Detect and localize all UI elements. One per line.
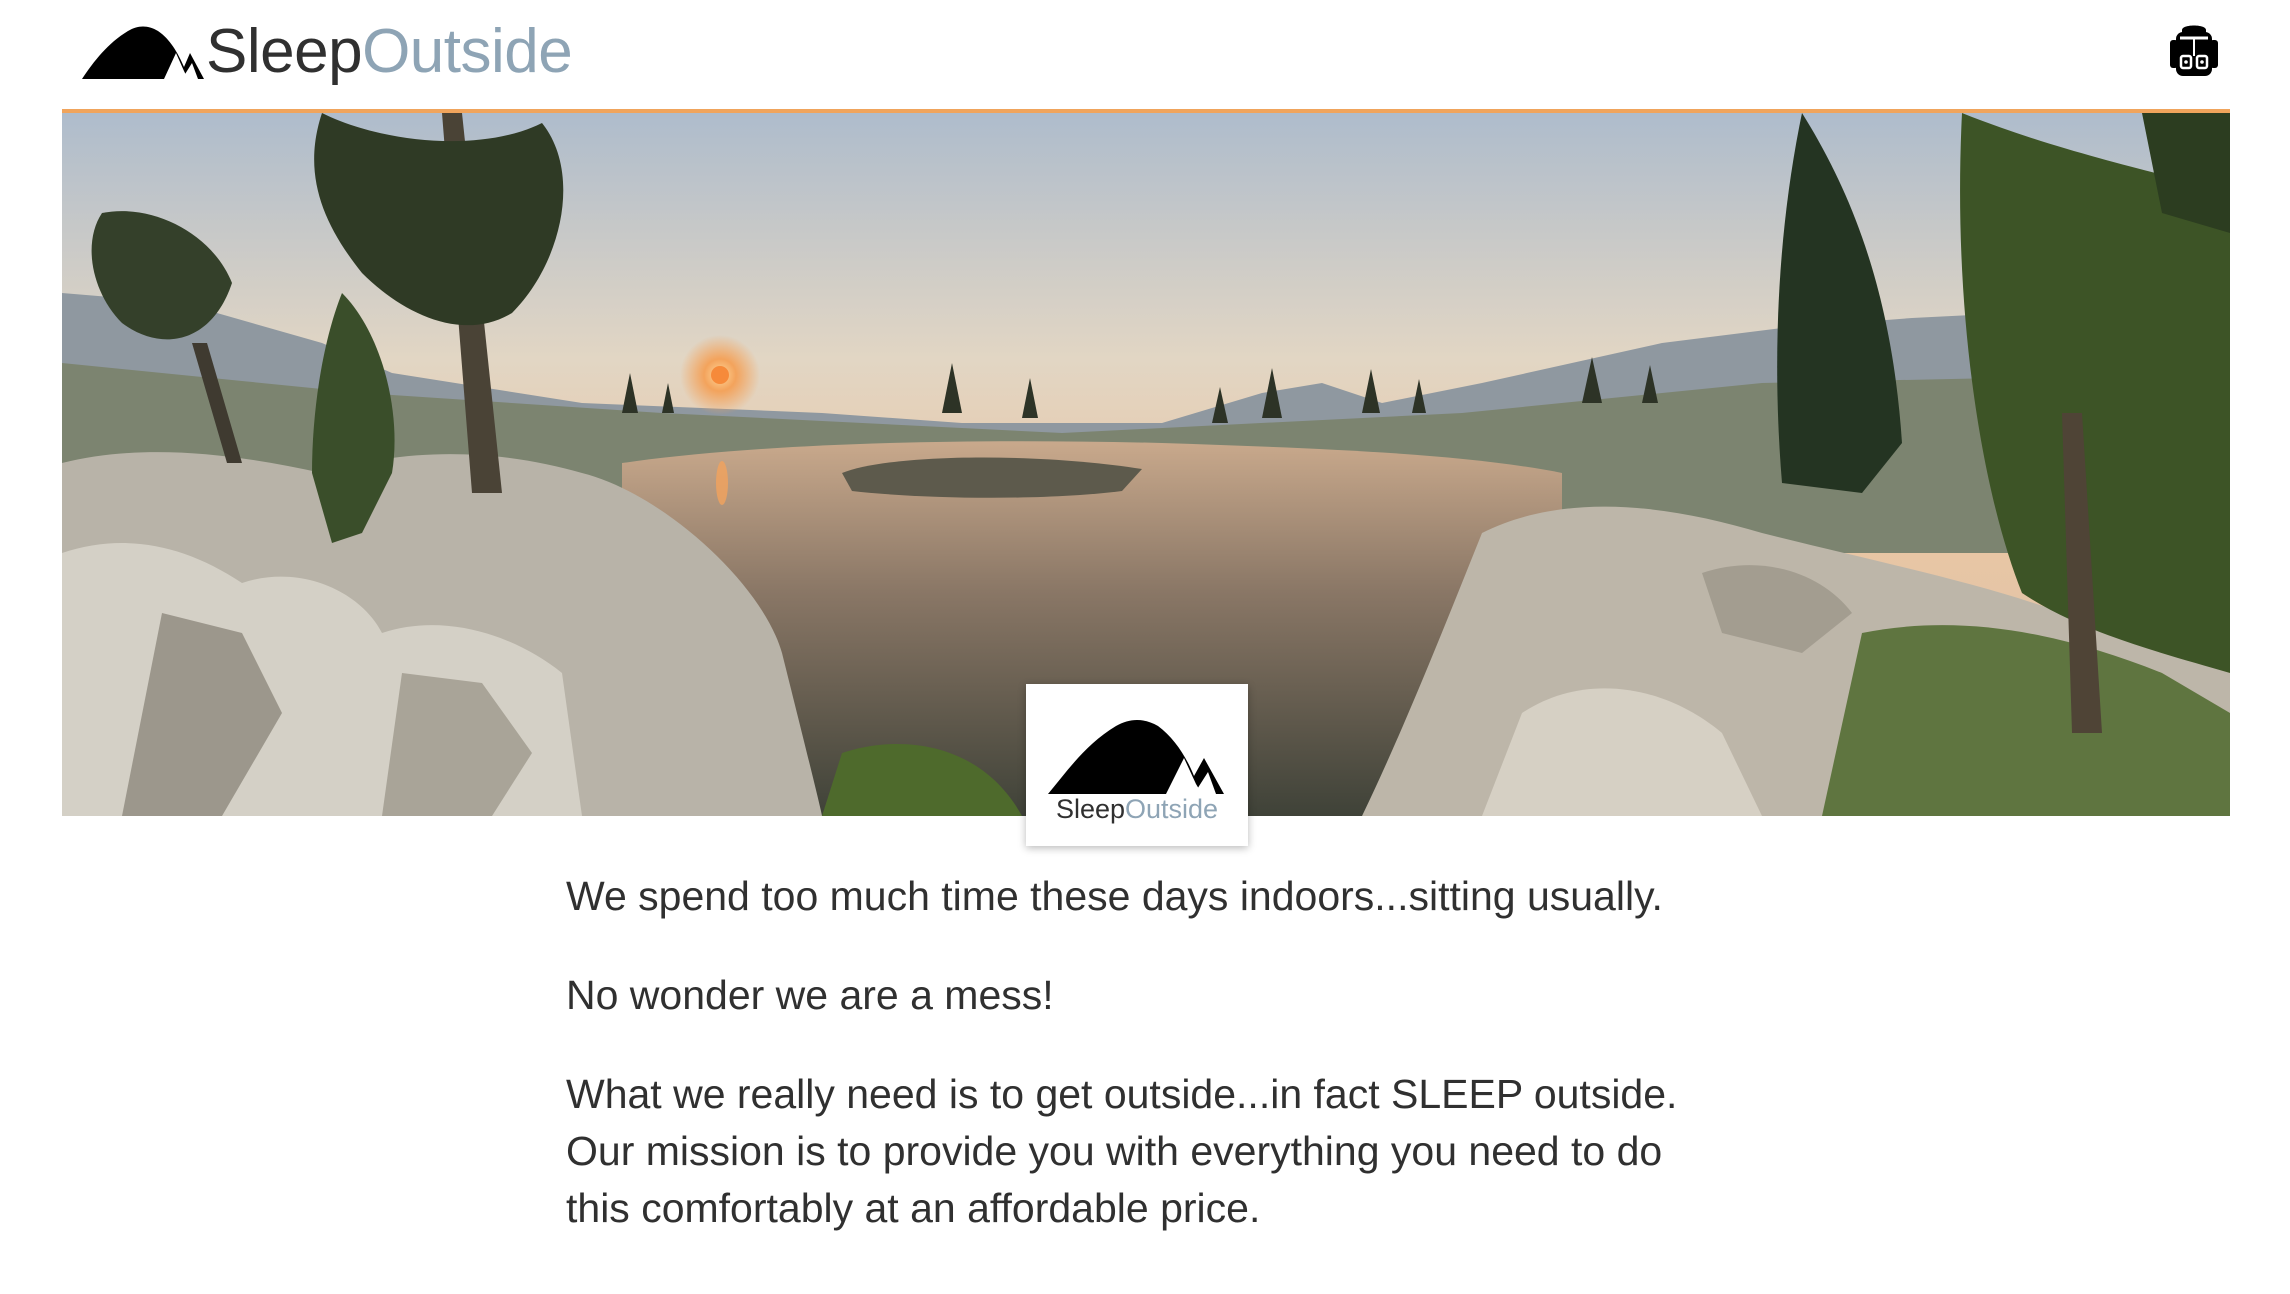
tent-icon xyxy=(1048,720,1224,794)
badge-name-part1: Sleep xyxy=(1055,794,1125,824)
tent-icon xyxy=(82,26,204,79)
backpack-icon[interactable] xyxy=(2166,22,2222,78)
home-logo-link[interactable]: SleepOutside xyxy=(80,12,573,92)
mission-paragraph-2: No wonder we are a mess! xyxy=(566,972,1054,1018)
brand-name-part2: Outside xyxy=(362,17,573,86)
site-header: SleepOutside xyxy=(0,0,2290,110)
mission-paragraph-1: We spend too much time these days indoor… xyxy=(566,873,1663,919)
brand-wordmark: SleepOutside xyxy=(206,21,573,83)
mission-paragraph-3: What we really need is to get outside...… xyxy=(566,1071,1678,1231)
brand-name-part1: Sleep xyxy=(206,17,363,86)
mission-section: We spend too much time these days indoor… xyxy=(566,868,1766,1279)
hero-badge-logo: SleepOutside xyxy=(1026,684,1248,846)
badge-name-part2: Outside xyxy=(1125,794,1219,824)
badge-wordmark: SleepOutside xyxy=(1026,796,1248,823)
